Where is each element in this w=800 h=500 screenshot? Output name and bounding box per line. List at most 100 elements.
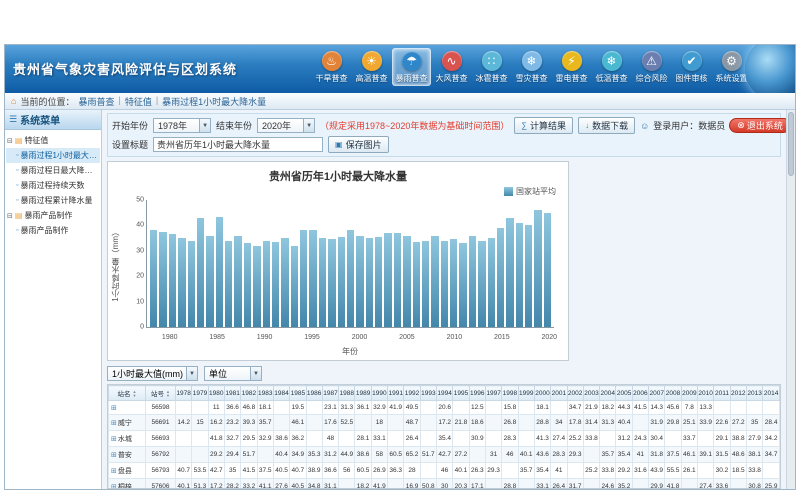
nav-item-hail[interactable]: ∷冰雹普查 <box>472 48 511 86</box>
column-header-1999[interactable]: 1999 <box>518 386 534 401</box>
column-header-1986[interactable]: 1986 <box>306 386 322 401</box>
logout-button[interactable]: ⊗ 退出系统 <box>729 118 791 133</box>
value-cell: 60.5 <box>355 463 371 479</box>
column-header-1980[interactable]: 1980 <box>208 386 224 401</box>
table-row: ⊞普安5679229.229.451.740.434.935.331.244.9… <box>109 447 780 463</box>
y-tick-label: 10 <box>136 298 144 305</box>
column-header-2014[interactable]: 2014 <box>763 386 780 401</box>
column-header-2009[interactable]: 2009 <box>681 386 697 401</box>
column-header-2008[interactable]: 2008 <box>665 386 681 401</box>
collapse-icon[interactable]: ⊟ <box>7 212 13 220</box>
column-header-2006[interactable]: 2006 <box>632 386 648 401</box>
column-header-1997[interactable]: 1997 <box>485 386 501 401</box>
sidebar-group-1[interactable]: ⊟▤暴雨产品制作 <box>6 208 100 223</box>
value-cell <box>388 431 404 447</box>
nav-item-review[interactable]: ✔图件审核 <box>672 48 711 86</box>
column-header-1991[interactable]: 1991 <box>388 386 404 401</box>
nav-item-rainstorm[interactable]: ☂暴雨普查 <box>392 48 431 86</box>
nav-item-drought[interactable]: ♨干旱普查 <box>312 48 351 86</box>
column-header-2005[interactable]: 2005 <box>616 386 632 401</box>
column-header-1993[interactable]: 1993 <box>420 386 436 401</box>
column-header-1984[interactable]: 1984 <box>273 386 289 401</box>
start-year-select[interactable]: 1978年 ▼ <box>153 118 211 133</box>
column-header-2004[interactable]: 2004 <box>600 386 616 401</box>
sidebar-item-0-3[interactable]: ▫暴雨过程累计降水量 <box>6 193 100 208</box>
sidebar-item-1-0[interactable]: ▫暴雨产品制作 <box>6 223 100 238</box>
value-cell: 65.2 <box>404 447 420 463</box>
column-header-2003[interactable]: 2003 <box>583 386 599 401</box>
column-header-1988[interactable]: 1988 <box>339 386 355 401</box>
expand-icon[interactable]: ⊞ <box>111 420 117 427</box>
download-button[interactable]: ↓ 数据下载 <box>578 117 635 134</box>
nav-item-lightning[interactable]: ⚡雷电普查 <box>552 48 591 86</box>
column-header-1994[interactable]: 1994 <box>437 386 453 401</box>
expand-icon[interactable]: ⊞ <box>111 452 117 459</box>
column-header-站号[interactable]: 站号▲▼ <box>146 386 176 401</box>
column-header-站名[interactable]: 站名▲▼ <box>109 386 146 401</box>
vertical-scrollbar[interactable] <box>786 110 795 489</box>
value-cell: 41.1 <box>257 479 273 489</box>
nav-item-heat[interactable]: ☀高温普查 <box>352 48 391 86</box>
expand-icon[interactable]: ⊞ <box>111 405 117 412</box>
sidebar-group-0[interactable]: ⊟▤特征值 <box>6 133 100 148</box>
sidebar-item-0-0[interactable]: ▫暴雨过程1小时最大降水量 <box>6 148 100 163</box>
collapse-icon[interactable]: ⊟ <box>7 137 13 145</box>
end-year-select[interactable]: 2020年 ▼ <box>257 118 315 133</box>
nav-item-wind[interactable]: ∿大风普查 <box>432 48 471 86</box>
column-header-2007[interactable]: 2007 <box>649 386 665 401</box>
column-header-1978[interactable]: 1978 <box>176 386 192 401</box>
value-cell: 45.6 <box>665 401 681 415</box>
y-tick-label: 40 <box>136 222 144 229</box>
column-header-2002[interactable]: 2002 <box>567 386 583 401</box>
sort-desc-icon: ▼ <box>166 394 170 398</box>
column-header-1996[interactable]: 1996 <box>469 386 485 401</box>
sort-icons[interactable]: ▲▼ <box>133 390 137 398</box>
column-header-1987[interactable]: 1987 <box>322 386 338 401</box>
expand-icon[interactable]: ⊞ <box>111 468 117 475</box>
column-header-2012[interactable]: 2012 <box>730 386 746 401</box>
breadcrumb-item[interactable]: 暴雨过程1小时最大降水量 <box>162 95 266 108</box>
value-cell <box>339 479 355 489</box>
column-header-2010[interactable]: 2010 <box>698 386 714 401</box>
sidebar-item-0-2[interactable]: ▫暴雨过程持续天数 <box>6 178 100 193</box>
nav-item-lowtemp[interactable]: ❄低温普查 <box>592 48 631 86</box>
value-cell <box>583 479 599 489</box>
column-header-1989[interactable]: 1989 <box>355 386 371 401</box>
column-header-2001[interactable]: 2001 <box>551 386 567 401</box>
value-cell: 18.1 <box>534 401 550 415</box>
nav-item-risk[interactable]: ⚠综合风险 <box>632 48 671 86</box>
calculate-button[interactable]: ∑ 计算结果 <box>514 117 573 134</box>
value-cell: 60.5 <box>388 447 404 463</box>
column-header-1992[interactable]: 1992 <box>404 386 420 401</box>
value-cell: 18.5 <box>730 463 746 479</box>
bar-1978 <box>150 230 157 327</box>
column-header-2011[interactable]: 2011 <box>714 386 730 401</box>
column-header-1985[interactable]: 1985 <box>290 386 306 401</box>
column-header-1982[interactable]: 1982 <box>241 386 257 401</box>
sort-icons[interactable]: ▲▼ <box>166 390 170 398</box>
breadcrumb-item[interactable]: 特征值 <box>125 95 152 108</box>
value-cell <box>420 463 436 479</box>
value-cell: 27.4 <box>551 431 567 447</box>
nav-item-snow[interactable]: ❄雪灾普查 <box>512 48 551 86</box>
chart-title-input[interactable] <box>153 137 323 152</box>
column-header-2000[interactable]: 2000 <box>534 386 550 401</box>
value-cell: 43.6 <box>534 447 550 463</box>
column-header-1990[interactable]: 1990 <box>371 386 387 401</box>
column-header-1983[interactable]: 1983 <box>257 386 273 401</box>
expand-icon[interactable]: ⊞ <box>111 436 117 443</box>
column-header-1995[interactable]: 1995 <box>453 386 469 401</box>
sidebar-header: ☰ 系统菜单 <box>5 110 101 130</box>
expand-icon[interactable]: ⊞ <box>111 484 117 489</box>
sidebar-item-0-1[interactable]: ▫暴雨过程日最大降水量 <box>6 163 100 178</box>
unit-select[interactable]: 单位 ▼ <box>204 366 262 381</box>
value-type-select[interactable]: 1小时最大值(mm) ▼ <box>107 366 198 381</box>
breadcrumb-item[interactable]: 暴雨普查 <box>78 95 114 108</box>
column-header-1979[interactable]: 1979 <box>192 386 208 401</box>
column-header-1981[interactable]: 1981 <box>224 386 240 401</box>
scrollbar-thumb[interactable] <box>788 112 794 176</box>
save-image-button[interactable]: ▣ 保存图片 <box>328 136 389 153</box>
column-header-1998[interactable]: 1998 <box>502 386 518 401</box>
value-cell: 40.1 <box>176 479 192 489</box>
column-header-2013[interactable]: 2013 <box>746 386 762 401</box>
